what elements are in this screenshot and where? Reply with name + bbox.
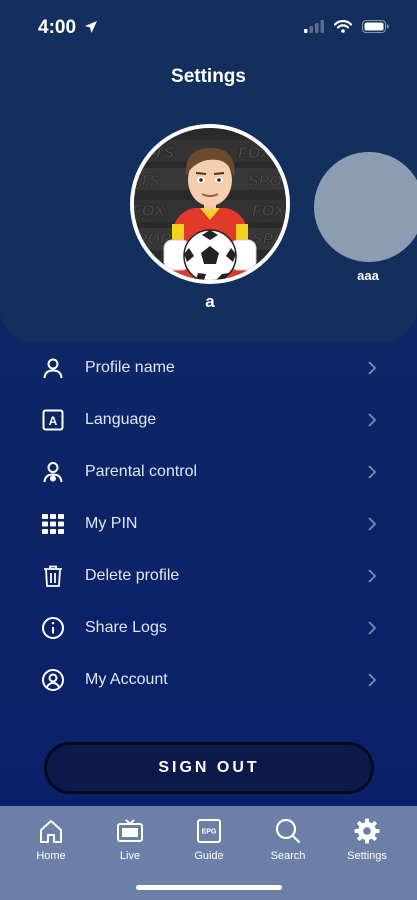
svg-text:FOX: FOX <box>252 203 286 220</box>
menu-item-share-logs[interactable]: Share Logs <box>0 602 417 654</box>
svg-text:RTS: RTS <box>134 173 160 190</box>
signal-icon <box>304 20 324 33</box>
chevron-right-icon <box>368 413 377 427</box>
sign-out-button[interactable]: SIGN OUT <box>44 742 374 794</box>
trash-icon <box>40 563 66 589</box>
guide-icon: EPG <box>194 816 224 846</box>
chevron-right-icon <box>368 465 377 479</box>
profile-name-other: aaa <box>357 268 379 283</box>
battery-icon <box>362 20 389 33</box>
tab-settings[interactable]: Settings <box>327 816 407 872</box>
page-title: Settings <box>171 66 246 87</box>
tab-label: Settings <box>347 850 387 862</box>
chevron-right-icon <box>368 569 377 583</box>
language-icon: A <box>40 407 66 433</box>
home-indicator[interactable] <box>136 885 282 890</box>
pin-grid-icon <box>40 511 66 537</box>
tab-label: Home <box>36 850 66 862</box>
svg-text:SPOR: SPOR <box>248 173 286 190</box>
menu-item-my-account[interactable]: My Account <box>0 654 417 706</box>
chevron-right-icon <box>368 517 377 531</box>
profile-avatar-selected[interactable]: ORTSFOX RTSSPOR FOXFOX SPORSPO <box>130 124 290 284</box>
status-bar: 4:00 <box>0 0 417 56</box>
menu-label: Delete profile <box>85 567 180 584</box>
menu-item-profile-name[interactable]: Profile name <box>0 342 417 394</box>
profile-avatar-other[interactable] <box>314 152 417 262</box>
tab-label: Search <box>270 850 306 862</box>
tab-guide[interactable]: EPG Guide <box>169 816 249 872</box>
chevron-right-icon <box>368 361 377 375</box>
tab-label: Live <box>119 850 141 862</box>
svg-text:A: A <box>49 414 58 428</box>
person-icon <box>40 355 66 381</box>
tab-label: Guide <box>194 850 224 862</box>
svg-text:FOX: FOX <box>134 203 166 220</box>
chevron-right-icon <box>368 621 377 635</box>
tab-search[interactable]: Search <box>248 816 328 872</box>
menu-item-parental-control[interactable]: Parental control <box>0 446 417 498</box>
status-time: 4:00 <box>38 17 77 38</box>
tab-home[interactable]: Home <box>11 816 91 872</box>
wifi-icon <box>334 20 352 33</box>
menu-label: My Account <box>85 671 168 688</box>
profile-name-selected: a <box>205 292 215 311</box>
location-arrow-icon <box>85 21 97 33</box>
chevron-right-icon <box>368 673 377 687</box>
avatar-goalkeeper-image: ORTSFOX RTSSPOR FOXFOX SPORSPO <box>134 128 286 280</box>
menu-item-language[interactable]: A Language <box>0 394 417 446</box>
tv-icon <box>115 816 145 846</box>
menu-label: Share Logs <box>85 619 167 636</box>
svg-text:FOX: FOX <box>238 145 272 162</box>
guide-icon-text: EPG <box>202 829 217 836</box>
home-icon <box>36 816 66 846</box>
info-icon <box>40 615 66 641</box>
search-icon <box>273 816 303 846</box>
menu-label: Profile name <box>85 359 175 376</box>
menu-item-delete-profile[interactable]: Delete profile <box>0 550 417 602</box>
menu-label: Parental control <box>85 463 198 480</box>
parental-control-icon <box>40 459 66 485</box>
menu-label: Language <box>85 411 157 428</box>
status-icons <box>304 20 389 33</box>
gear-icon <box>352 816 382 846</box>
tab-live[interactable]: Live <box>90 816 170 872</box>
menu-item-my-pin[interactable]: My PIN <box>0 498 417 550</box>
account-circle-icon <box>40 667 66 693</box>
menu-label: My PIN <box>85 515 138 532</box>
